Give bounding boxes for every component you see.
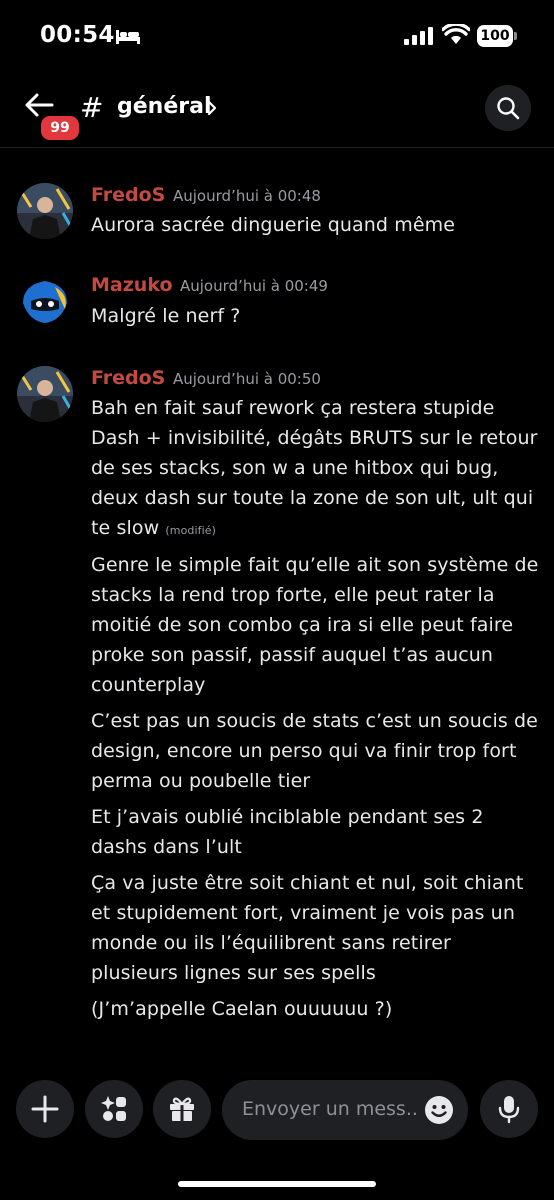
message-text: counterplay xyxy=(91,674,206,696)
message-text: Genre le simple fait qu’elle ait son sys… xyxy=(91,554,539,576)
message-composer: Envoyer un mess.. xyxy=(0,1080,554,1142)
avatar[interactable] xyxy=(17,183,73,239)
message-text: Et j’avais oublié inciblable pendant ses… xyxy=(91,806,484,828)
chevron-right-icon[interactable] xyxy=(207,100,217,116)
message-text: design, encore un perso qui va finir tro… xyxy=(91,740,517,762)
message-author[interactable]: FredoS xyxy=(91,184,165,206)
message-text: Aurora sacrée dinguerie quand même xyxy=(91,214,456,236)
cellular-signal-icon xyxy=(404,27,433,45)
message-text: moitié de son combo ça ira si elle peut … xyxy=(91,614,514,636)
sleep-mode-icon xyxy=(116,30,140,44)
message-timestamp: Aujourd’hui à 00:48 xyxy=(173,187,321,205)
channel-header: 99 # général xyxy=(0,80,554,146)
search-icon xyxy=(497,97,520,120)
message-text: Dash + invisibilité, dégâts BRUTS sur le… xyxy=(91,427,538,449)
plus-icon xyxy=(31,1095,59,1123)
message-text: te slow xyxy=(91,517,160,539)
message-author[interactable]: Mazuko xyxy=(91,274,173,296)
avatar[interactable] xyxy=(17,273,73,329)
avatar-image xyxy=(17,366,73,422)
search-button[interactable] xyxy=(485,85,531,131)
message-text: monde ou ils l’équilibrent sans retirer xyxy=(91,932,451,954)
message-text: (J’m’appelle Caelan ouuuuuu ?) xyxy=(91,998,393,1020)
message-text: proke son passif, passif auquel t’as auc… xyxy=(91,644,494,666)
gift-icon xyxy=(170,1097,194,1121)
message-text: deux dash sur toute la zone de son ult, … xyxy=(91,487,534,509)
message-text: stacks la rend trop forte, elle peut rat… xyxy=(91,584,495,606)
message-text: dashs dans l’ult xyxy=(91,836,242,858)
avatar-image xyxy=(17,273,73,329)
message-text: Malgré le nerf ? xyxy=(91,305,241,327)
emoji-icon[interactable] xyxy=(424,1095,454,1125)
header-divider xyxy=(0,147,554,148)
message-timestamp: Aujourd’hui à 00:50 xyxy=(173,370,321,388)
unread-badge: 99 xyxy=(38,113,82,143)
message-text: Bah en fait sauf rework ça restera stupi… xyxy=(91,397,495,419)
avatar[interactable] xyxy=(17,366,73,422)
message-timestamp: Aujourd’hui à 00:49 xyxy=(180,277,328,295)
battery-indicator: 100 xyxy=(477,25,513,47)
add-attachment-button[interactable] xyxy=(16,1080,74,1138)
gift-button[interactable] xyxy=(153,1080,211,1138)
message-text: Ça va juste être soit chiant et nul, soi… xyxy=(91,872,524,894)
apps-button[interactable] xyxy=(85,1080,143,1138)
wifi-icon xyxy=(442,24,470,44)
status-time: 00:54 xyxy=(40,22,115,48)
battery-tip xyxy=(514,32,517,40)
message-text: perma ou poubelle tier xyxy=(91,770,311,792)
message-text: plusieurs lignes sur ses spells xyxy=(91,962,376,984)
avatar-image xyxy=(17,183,73,239)
message-text: de ses stacks, son w a une hitbox qui bu… xyxy=(91,457,499,479)
message-text-last-line: te slow (modifié) xyxy=(91,517,216,539)
apps-icon xyxy=(101,1096,126,1121)
status-bar: 00:54 100 xyxy=(0,0,554,72)
edited-label: (modifié) xyxy=(165,524,217,537)
microphone-icon xyxy=(498,1096,520,1124)
message-author[interactable]: FredoS xyxy=(91,367,165,389)
message-input[interactable]: Envoyer un mess.. xyxy=(222,1080,468,1140)
channel-name[interactable]: général xyxy=(117,94,212,119)
message-text: et stupidement fort, vraiment je vois pa… xyxy=(91,902,515,924)
channel-hash-icon: # xyxy=(80,91,104,124)
message-text: C’est pas un soucis de stats c’est un so… xyxy=(91,710,538,732)
voice-message-button[interactable] xyxy=(480,1080,538,1138)
message-input-placeholder: Envoyer un mess.. xyxy=(242,1098,418,1120)
home-indicator[interactable] xyxy=(178,1181,376,1187)
